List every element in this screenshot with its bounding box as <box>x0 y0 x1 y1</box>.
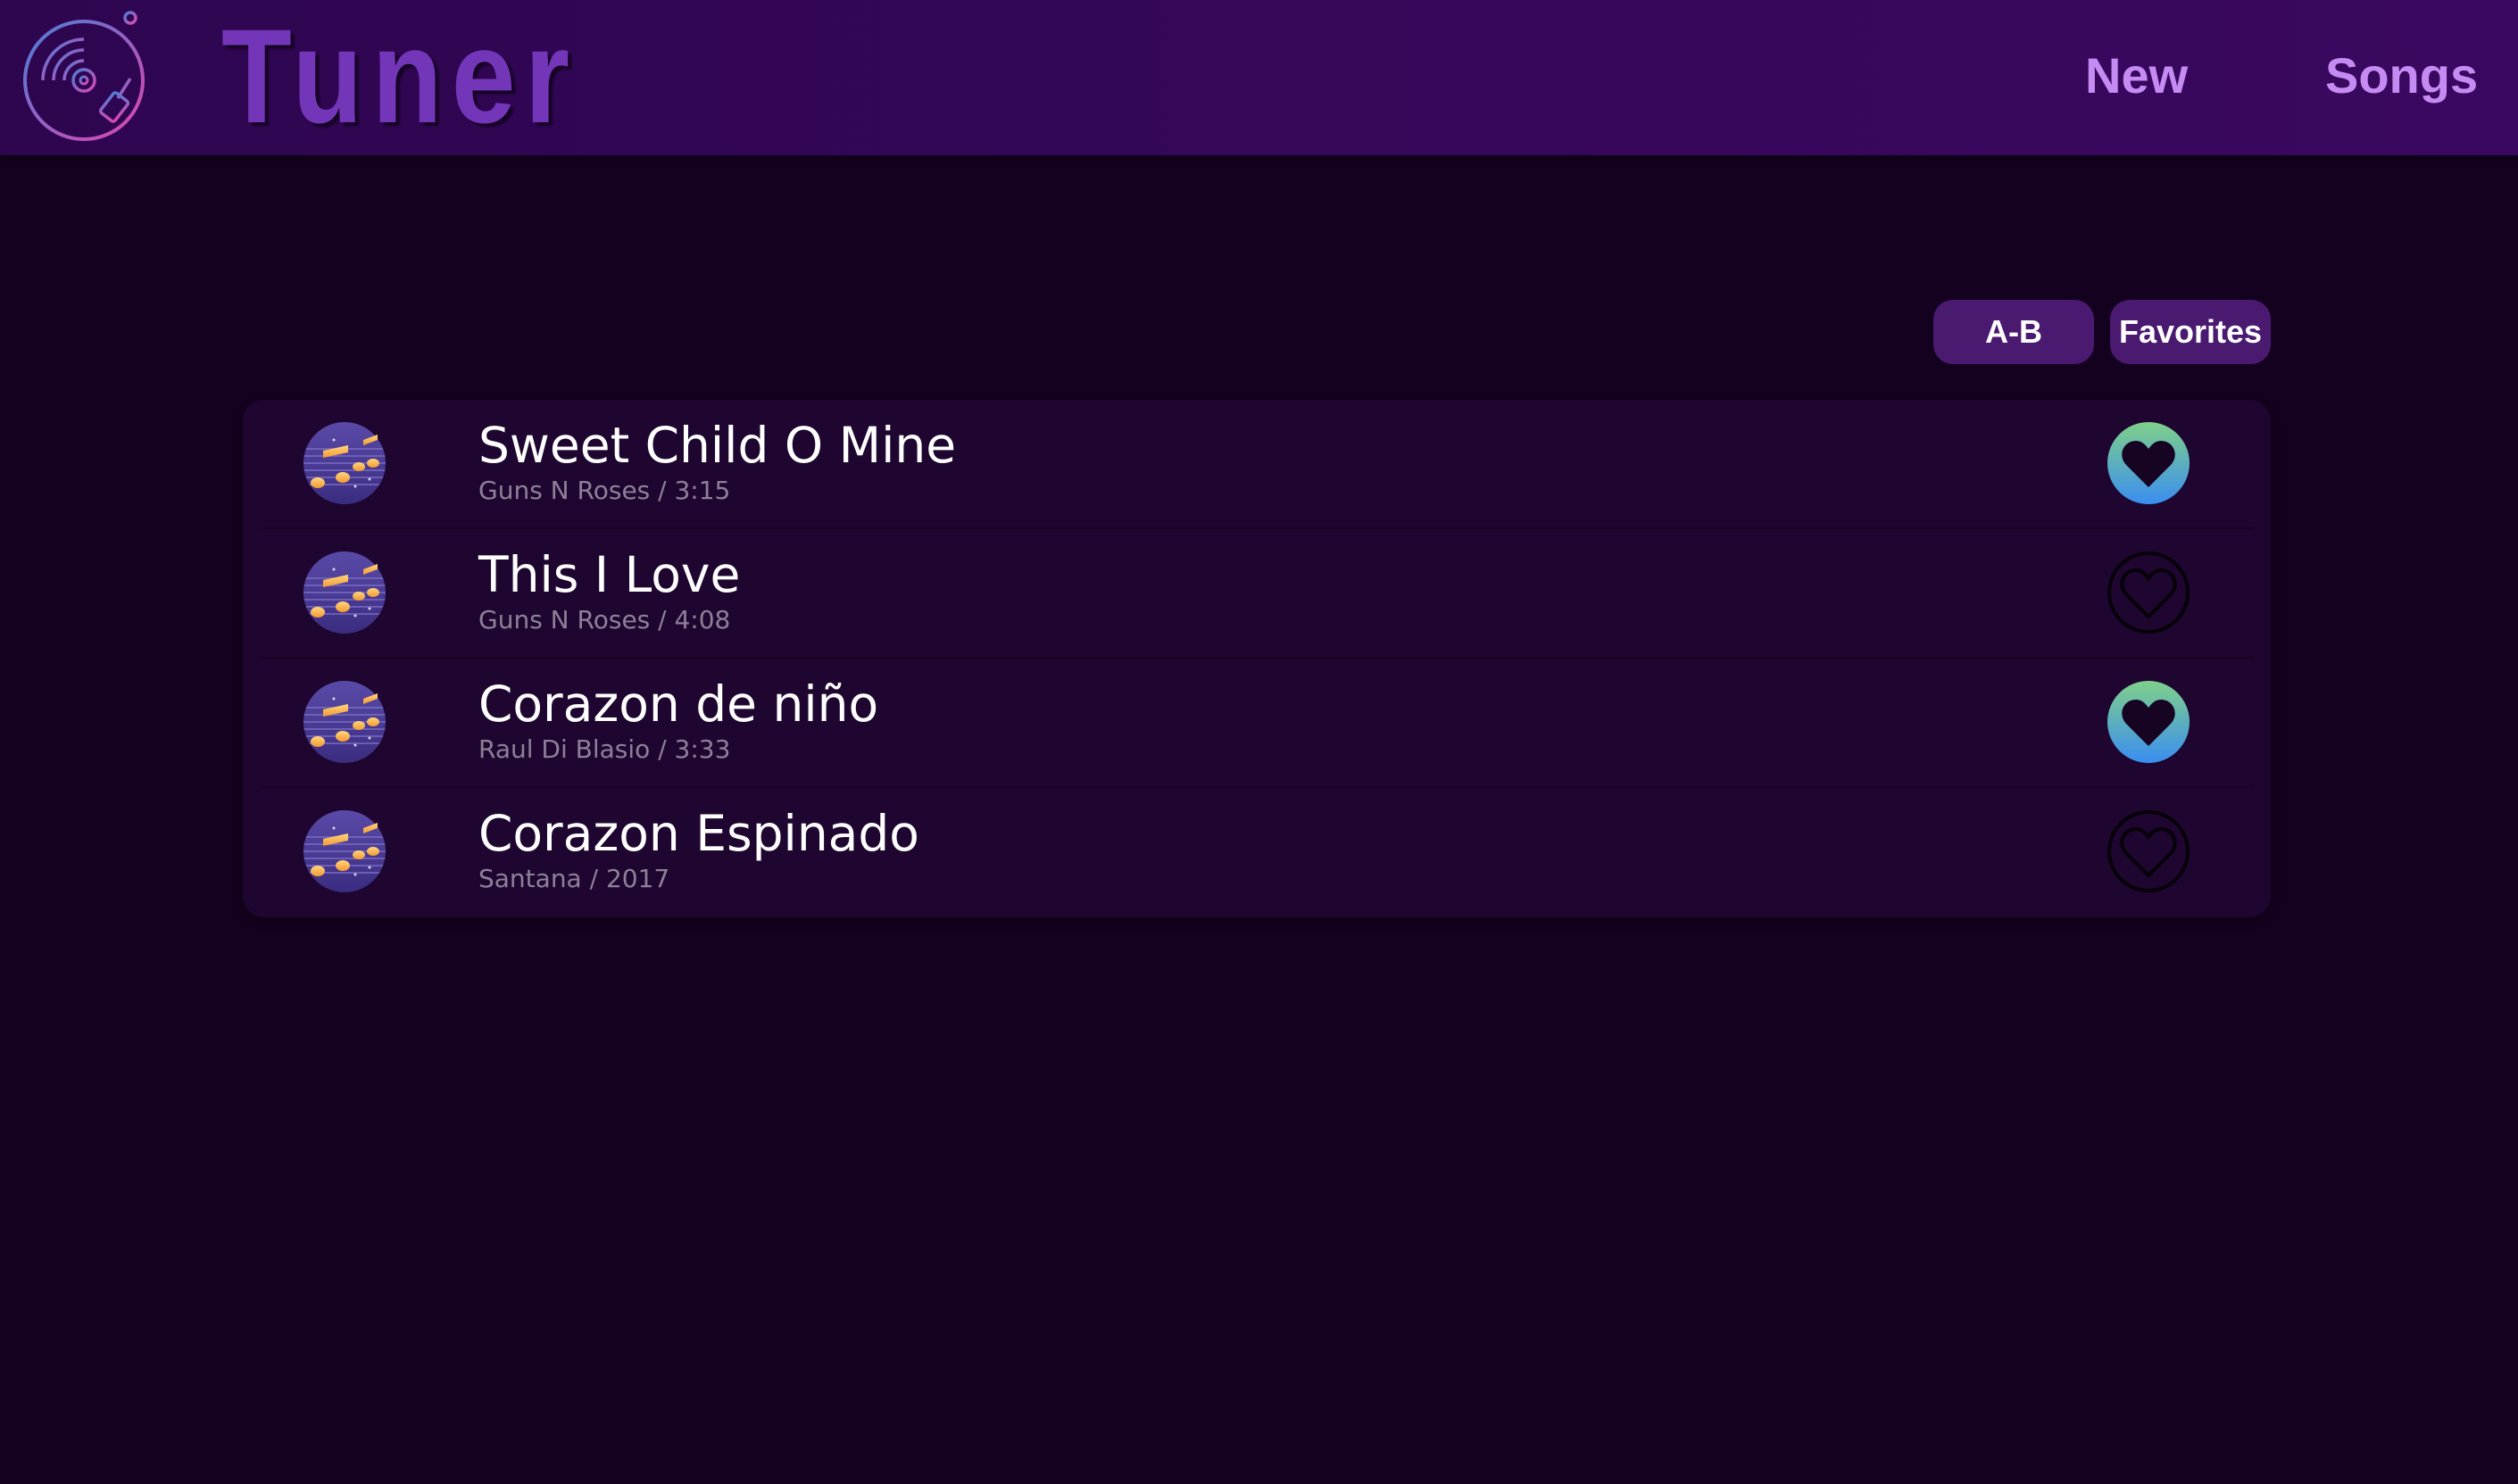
music-notes-icon <box>303 551 386 634</box>
song-row[interactable]: Corazon Espinado Santana / 2017 <box>243 788 2271 917</box>
turntable-icon[interactable] <box>20 9 154 143</box>
heart-outline-icon[interactable] <box>2107 809 2190 893</box>
song-artist-duration: Guns N Roses / 3:15 <box>478 476 731 505</box>
heart-filled-icon[interactable] <box>2107 680 2190 764</box>
favorites-filter-button[interactable]: Favorites <box>2110 300 2271 364</box>
music-notes-icon <box>303 810 386 892</box>
heart-outline-icon[interactable] <box>2107 551 2190 634</box>
heart-filled-icon[interactable] <box>2107 421 2190 505</box>
song-artist-duration: Guns N Roses / 4:08 <box>478 605 731 634</box>
song-row[interactable]: This I Love Guns N Roses / 4:08 <box>243 529 2271 659</box>
sort-ab-button[interactable]: A-B <box>1933 300 2094 364</box>
nav-new-link[interactable]: New <box>2085 0 2188 152</box>
song-artist-duration: Santana / 2017 <box>478 864 670 893</box>
song-row[interactable]: Corazon de niño Raul Di Blasio / 3:33 <box>243 659 2271 788</box>
song-list: Sweet Child O Mine Guns N Roses / 3:15 T… <box>243 400 2271 917</box>
song-row[interactable]: Sweet Child O Mine Guns N Roses / 3:15 <box>243 400 2271 529</box>
song-title: Sweet Child O Mine <box>478 417 957 474</box>
nav-songs-link[interactable]: Songs <box>2325 0 2478 152</box>
app-title: Tuner <box>221 1 579 151</box>
music-notes-icon <box>303 422 386 504</box>
song-artist-duration: Raul Di Blasio / 3:33 <box>478 734 731 764</box>
song-title: This I Love <box>478 546 741 603</box>
app-header: Tuner New Songs <box>0 0 2518 155</box>
music-notes-icon <box>303 681 386 763</box>
song-title: Corazon Espinado <box>478 805 919 862</box>
song-title: Corazon de niño <box>478 676 879 733</box>
